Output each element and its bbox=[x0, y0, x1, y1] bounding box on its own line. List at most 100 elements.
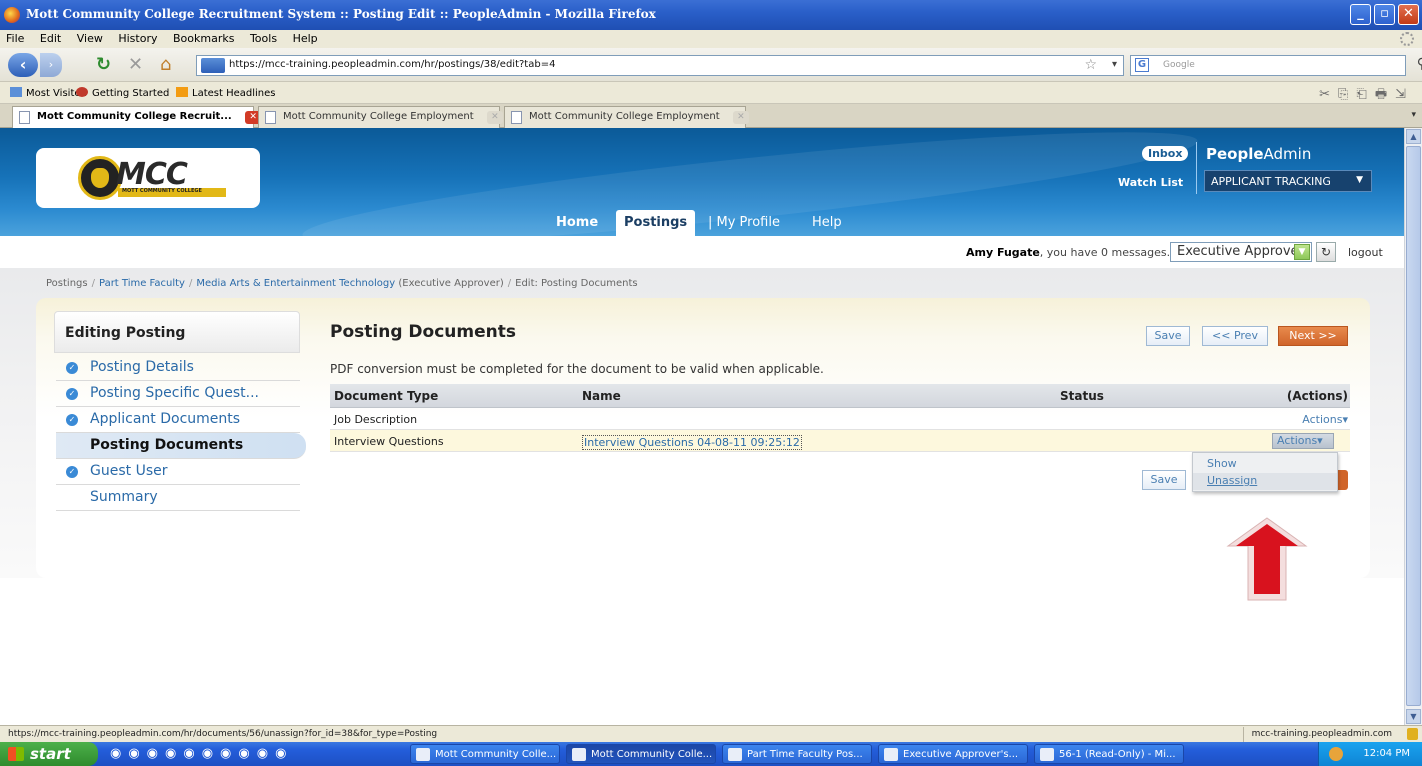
tray-icon[interactable] bbox=[1329, 747, 1343, 761]
close-tab-icon[interactable]: ✕ bbox=[486, 111, 503, 124]
taskbar-item[interactable]: Mott Community Colle... bbox=[566, 744, 716, 764]
nav-postings[interactable]: Postings bbox=[616, 210, 696, 236]
bookmark-getting-started[interactable]: Getting Started bbox=[76, 87, 169, 99]
address-bar[interactable]: https://mcc-training.peopleadmin.com/hr/… bbox=[196, 55, 1124, 76]
table-header: Document Type Name Status (Actions) bbox=[330, 384, 1350, 408]
taskbar-item[interactable]: 56-1 (Read-Only) - Mi... bbox=[1034, 744, 1184, 764]
page-title: Posting Documents bbox=[330, 322, 516, 342]
menu-edit[interactable]: Edit bbox=[34, 30, 67, 45]
scroll-up-icon[interactable]: ▲ bbox=[1406, 129, 1421, 144]
document-type-cell: Interview Questions bbox=[334, 435, 444, 448]
sidebar-item-posting-details[interactable]: ✓ Posting Details bbox=[56, 355, 300, 381]
next-button[interactable]: Next >> bbox=[1278, 326, 1348, 346]
breadcrumb-postings[interactable]: Postings bbox=[46, 278, 88, 289]
maximize-button[interactable]: ▫ bbox=[1374, 4, 1395, 25]
save-button[interactable]: Save bbox=[1146, 326, 1190, 346]
message-count: , you have 0 messages. bbox=[1039, 246, 1171, 259]
search-icon[interactable]: ⚲ bbox=[1417, 56, 1422, 72]
quick-launch-icons[interactable]: ◉◉◉◉◉◉◉◉◉◉ bbox=[110, 746, 293, 761]
menu-help[interactable]: Help bbox=[287, 30, 324, 45]
menu-file[interactable]: File bbox=[0, 30, 30, 45]
red-arrow-annotation bbox=[1226, 517, 1308, 601]
refresh-role-icon[interactable]: ↻ bbox=[1316, 242, 1336, 262]
module-select[interactable]: APPLICANT TRACKING ▼ bbox=[1204, 170, 1372, 192]
page-icon bbox=[511, 111, 522, 124]
check-icon: ✓ bbox=[66, 414, 78, 426]
nav-home[interactable]: Home bbox=[548, 210, 606, 236]
mcc-logo[interactable]: MCC MOTT COMMUNITY COLLEGE bbox=[36, 148, 260, 208]
close-tab-icon[interactable]: ✕ bbox=[732, 111, 749, 124]
menu-bookmarks[interactable]: Bookmarks bbox=[167, 30, 240, 45]
taskbar-item[interactable]: Executive Approver's... bbox=[878, 744, 1028, 764]
lock-icon[interactable] bbox=[1407, 728, 1418, 740]
close-button[interactable]: ✕ bbox=[1398, 4, 1419, 25]
vertical-scrollbar[interactable]: ▲ ▼ bbox=[1404, 128, 1422, 725]
document-name-link[interactable]: Interview Questions 04-08-11 09:25:12 bbox=[582, 435, 802, 450]
actions-link[interactable]: Actions▾ bbox=[1302, 413, 1348, 426]
watch-list-link[interactable]: Watch List bbox=[1118, 176, 1183, 189]
bookmark-latest-headlines[interactable]: Latest Headlines bbox=[176, 87, 276, 99]
taskbar-item[interactable]: Mott Community Colle... bbox=[410, 744, 560, 764]
chevron-down-icon[interactable]: ▾ bbox=[1112, 59, 1117, 70]
stop-icon[interactable]: ✕ bbox=[128, 53, 148, 77]
bookmark-star-icon[interactable]: ☆ bbox=[1084, 57, 1097, 73]
nav-help[interactable]: Help bbox=[804, 210, 850, 236]
tab-employment-2[interactable]: Mott Community College Employment ✕ bbox=[504, 106, 749, 128]
menu-view[interactable]: View bbox=[71, 30, 109, 45]
column-header-status: Status bbox=[1060, 389, 1104, 403]
save-button-bottom[interactable]: Save bbox=[1142, 470, 1186, 490]
sidebar-item-summary[interactable]: Summary bbox=[56, 485, 300, 511]
logo-text: MCC bbox=[116, 157, 188, 192]
column-header-document-type: Document Type bbox=[334, 389, 439, 403]
start-button[interactable]: start bbox=[0, 742, 98, 766]
check-icon: ✓ bbox=[66, 388, 78, 400]
tab-list-icon[interactable]: ▾ bbox=[1411, 110, 1416, 120]
actions-dropdown-button[interactable]: Actions▾ bbox=[1272, 433, 1334, 449]
forward-button[interactable]: › bbox=[40, 53, 62, 77]
start-label: start bbox=[30, 745, 71, 763]
nav-my-profile[interactable]: | My Profile bbox=[700, 210, 788, 236]
reload-icon[interactable]: ↻ bbox=[96, 53, 116, 77]
chevron-down-icon[interactable]: ▼ bbox=[1294, 244, 1310, 260]
documents-table: Document Type Name Status (Actions) Job … bbox=[330, 384, 1350, 452]
bookmarks-toolbar: Most Visited Getting Started Latest Head… bbox=[0, 82, 1422, 104]
sidebar-item-label: Posting Documents bbox=[90, 437, 244, 453]
sidebar-item-label: Applicant Documents bbox=[90, 411, 241, 427]
scroll-down-icon[interactable]: ▼ bbox=[1406, 709, 1421, 724]
check-icon: ✓ bbox=[66, 362, 78, 374]
home-icon[interactable]: ⌂ bbox=[160, 53, 182, 77]
menu-tools[interactable]: Tools bbox=[244, 30, 283, 45]
breadcrumb-media-arts[interactable]: Media Arts & Entertainment Technology bbox=[196, 278, 395, 289]
prev-button[interactable]: << Prev bbox=[1202, 326, 1268, 346]
logout-link[interactable]: logout bbox=[1348, 246, 1383, 259]
tab-employment-1[interactable]: Mott Community College Employment ✕ bbox=[258, 106, 503, 128]
breadcrumb-part-time-faculty[interactable]: Part Time Faculty bbox=[99, 278, 185, 289]
window-title-bar: Mott Community College Recruitment Syste… bbox=[0, 0, 1422, 30]
back-button[interactable]: ‹ bbox=[8, 53, 38, 77]
site-identity-icon[interactable] bbox=[201, 58, 225, 73]
menu-item-unassign[interactable]: Unassign bbox=[1193, 473, 1337, 490]
search-input[interactable]: G Google ⚲ bbox=[1130, 55, 1422, 76]
firefox-icon bbox=[572, 748, 586, 761]
address-url[interactable]: https://mcc-training.peopleadmin.com/hr/… bbox=[229, 59, 555, 70]
menu-item-show[interactable]: Show bbox=[1207, 457, 1237, 470]
google-search-engine-icon[interactable]: G bbox=[1135, 58, 1149, 72]
menu-history[interactable]: History bbox=[112, 30, 163, 45]
taskbar-item[interactable]: Part Time Faculty Pos... bbox=[722, 744, 872, 764]
divider bbox=[1196, 142, 1197, 194]
sidebar-item-posting-specific-questions[interactable]: ✓ Posting Specific Quest... bbox=[56, 381, 300, 407]
sidebar-item-guest-user[interactable]: ✓ Guest User bbox=[56, 459, 300, 485]
taskbar-item-label: Mott Community Colle... bbox=[435, 749, 557, 760]
window-title: Mott Community College Recruitment Syste… bbox=[26, 7, 656, 21]
sidebar-item-posting-documents[interactable]: Posting Documents bbox=[56, 433, 306, 459]
role-select[interactable]: Executive Approver ▼ bbox=[1170, 242, 1312, 262]
column-header-actions: (Actions) bbox=[1286, 389, 1348, 403]
sidebar-item-applicant-documents[interactable]: ✓ Applicant Documents bbox=[56, 407, 300, 433]
inbox-link[interactable]: Inbox bbox=[1142, 146, 1189, 161]
scroll-thumb[interactable] bbox=[1406, 146, 1421, 706]
minimize-button[interactable]: _ bbox=[1350, 4, 1371, 25]
system-tray: 12:04 PM bbox=[1318, 742, 1422, 766]
ie-icon bbox=[416, 748, 430, 761]
navigation-toolbar: ‹ › ↻ ✕ ⌂ https://mcc-training.peopleadm… bbox=[0, 48, 1422, 82]
tab-recruitment[interactable]: Mott Community College Recruit... ✕ bbox=[12, 106, 262, 128]
